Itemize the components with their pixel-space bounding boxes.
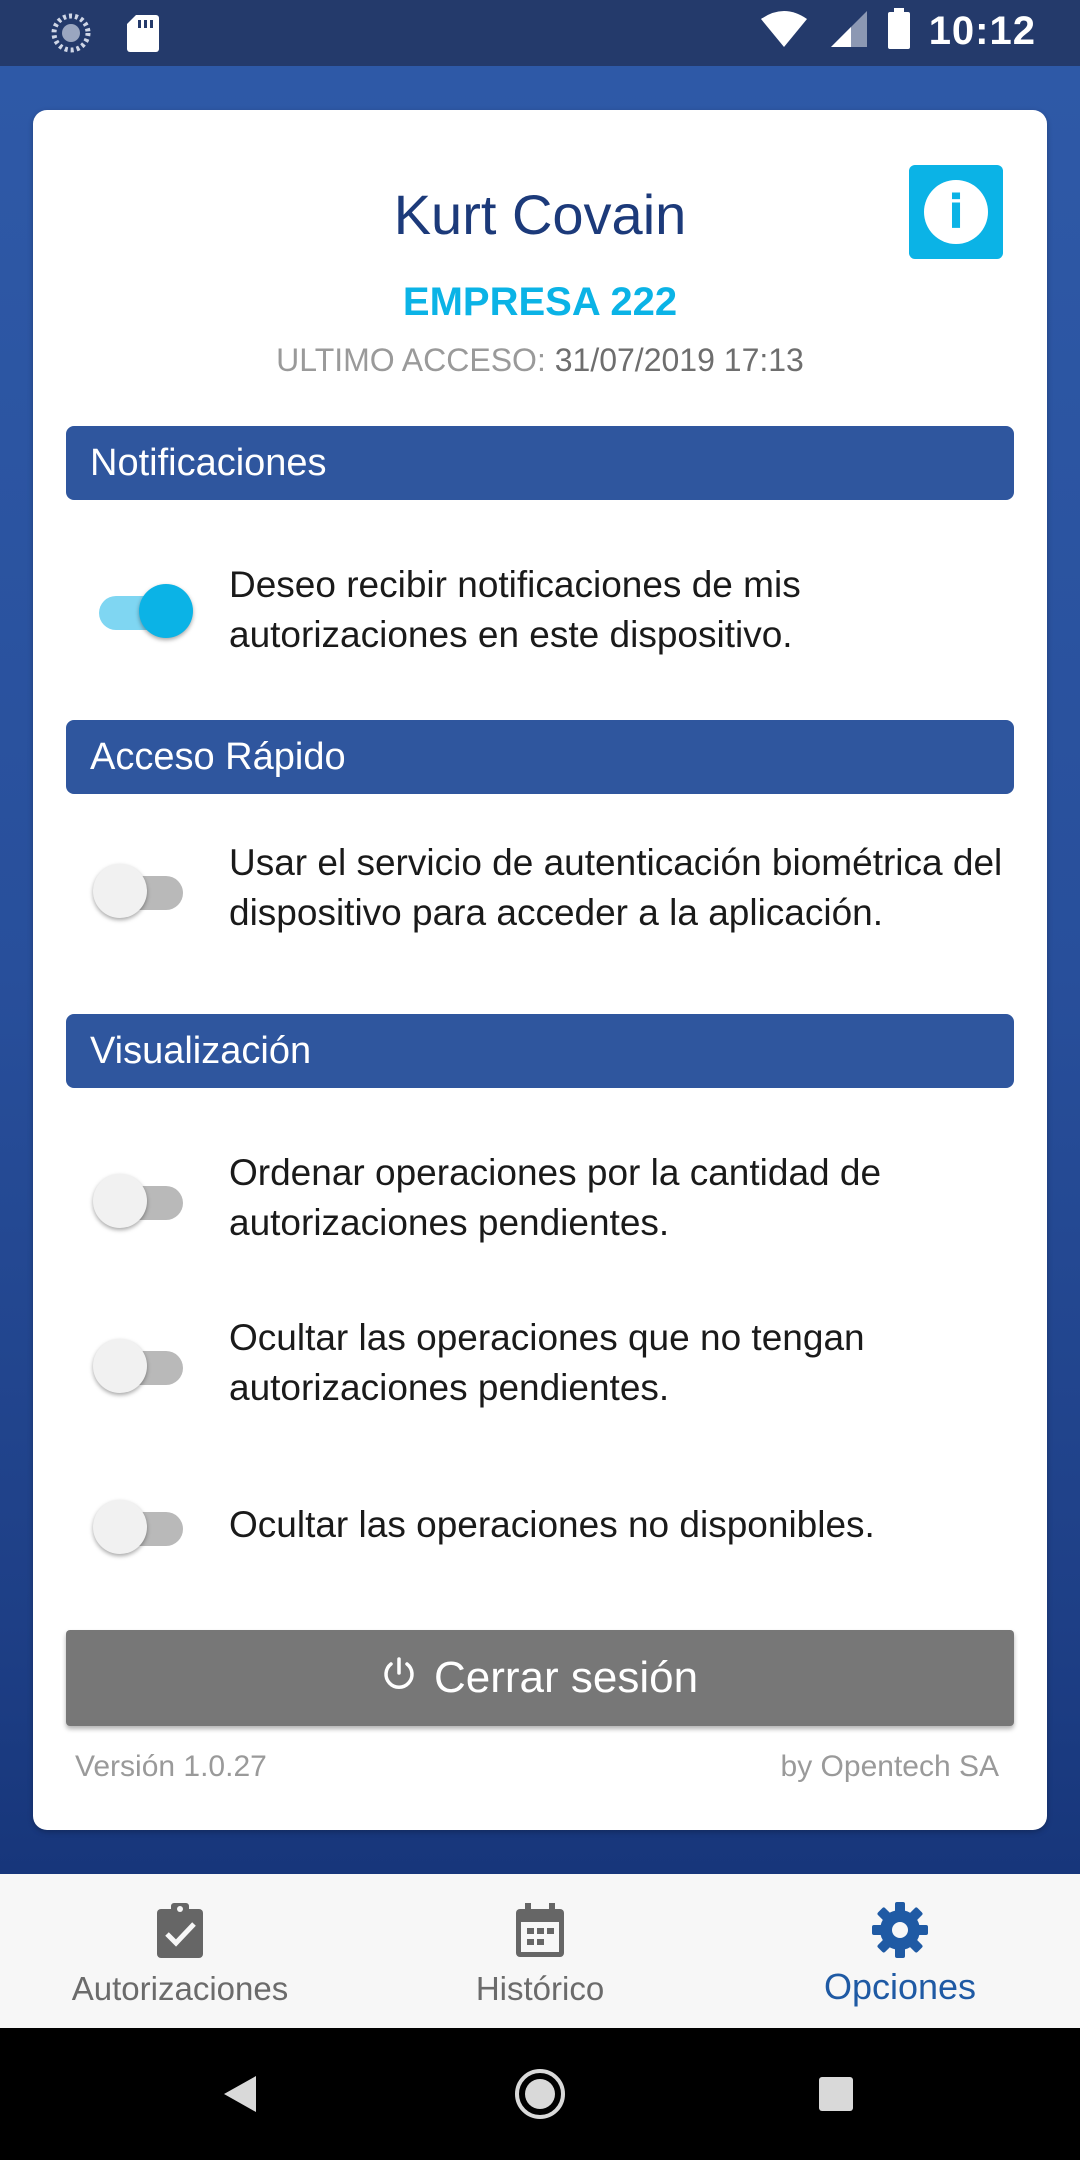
logout-label: Cerrar sesión	[433, 1653, 699, 1702]
logout-button[interactable]: Cerrar sesión	[66, 1630, 1014, 1726]
info-icon: i	[924, 180, 988, 244]
nav-history-label: Histórico	[475, 1970, 605, 2007]
app-version: Versión 1.0.27	[75, 1750, 267, 1783]
nav-options[interactable]: Opciones	[720, 1874, 1080, 2028]
sync-icon	[50, 12, 92, 59]
biometric-toggle[interactable]	[93, 864, 189, 918]
biometric-option: Usar el servicio de autenticación biomét…	[33, 828, 1047, 948]
biometric-option-text: Usar el servicio de autenticación biomét…	[229, 842, 1003, 933]
nav-authorizations-label: Autorizaciones	[71, 1970, 289, 2007]
nav-options-label: Opciones	[823, 1966, 977, 2007]
hide-no-pending-option: Ocultar las operaciones que no tengan au…	[33, 1305, 1047, 1425]
recents-icon[interactable]	[818, 2076, 854, 2117]
hide-unavailable-toggle[interactable]	[93, 1500, 189, 1554]
gear-icon	[870, 1900, 930, 1960]
signal-icon	[827, 9, 869, 54]
home-icon[interactable]	[514, 2068, 566, 2125]
options-card: Kurt Covain i EMPRESA 222 ULTIMO ACCESO:…	[33, 110, 1047, 1830]
notifications-toggle[interactable]	[93, 584, 193, 638]
back-icon[interactable]	[222, 2074, 258, 2119]
hide-unavailable-option-text: Ocultar las operaciones no disponibles.	[229, 1504, 875, 1545]
status-time: 10:12	[928, 9, 1036, 53]
system-navigation-bar	[0, 2028, 1080, 2160]
bottom-navigation: Autorizaciones Histórico Opciones	[0, 1874, 1080, 2028]
sort-pending-option: Ordenar operaciones por la cantidad de a…	[33, 1140, 1047, 1260]
clipboard-check-icon	[150, 1900, 210, 1960]
calendar-icon	[510, 1900, 570, 1960]
hide-no-pending-toggle[interactable]	[93, 1339, 189, 1393]
sort-pending-toggle[interactable]	[93, 1174, 189, 1228]
company-name: EMPRESA 222	[402, 280, 678, 324]
hide-unavailable-option: Ocultar las operaciones no disponibles.	[33, 1480, 1047, 1570]
notifications-option-text: Deseo recibir notificaciones de mis auto…	[229, 564, 801, 655]
user-name: Kurt Covain	[393, 183, 687, 246]
notifications-option: Deseo recibir notificaciones de mis auto…	[33, 550, 1047, 670]
wifi-icon	[759, 9, 809, 54]
battery-icon	[887, 8, 911, 55]
last-access-label: ULTIMO ACCESO:	[276, 342, 546, 378]
sd-card-icon	[126, 13, 160, 58]
nav-authorizations[interactable]: Autorizaciones	[0, 1874, 360, 2028]
sort-pending-option-text: Ordenar operaciones por la cantidad de a…	[229, 1152, 882, 1243]
last-access-value: 31/07/2019 17:13	[554, 342, 804, 378]
section-header-quick-access: Acceso Rápido	[66, 720, 1014, 794]
status-bar: 10:12	[0, 0, 1080, 66]
section-header-notifications: Notificaciones	[66, 426, 1014, 500]
developer-credit: by Opentech SA	[780, 1750, 999, 1783]
section-header-display: Visualización	[66, 1014, 1014, 1088]
power-icon	[382, 1653, 416, 1703]
hide-no-pending-option-text: Ocultar las operaciones que no tengan au…	[229, 1317, 865, 1408]
last-access: ULTIMO ACCESO: 31/07/2019 17:13	[33, 342, 1047, 379]
nav-history[interactable]: Histórico	[360, 1874, 720, 2028]
info-button[interactable]: i	[909, 165, 1003, 259]
